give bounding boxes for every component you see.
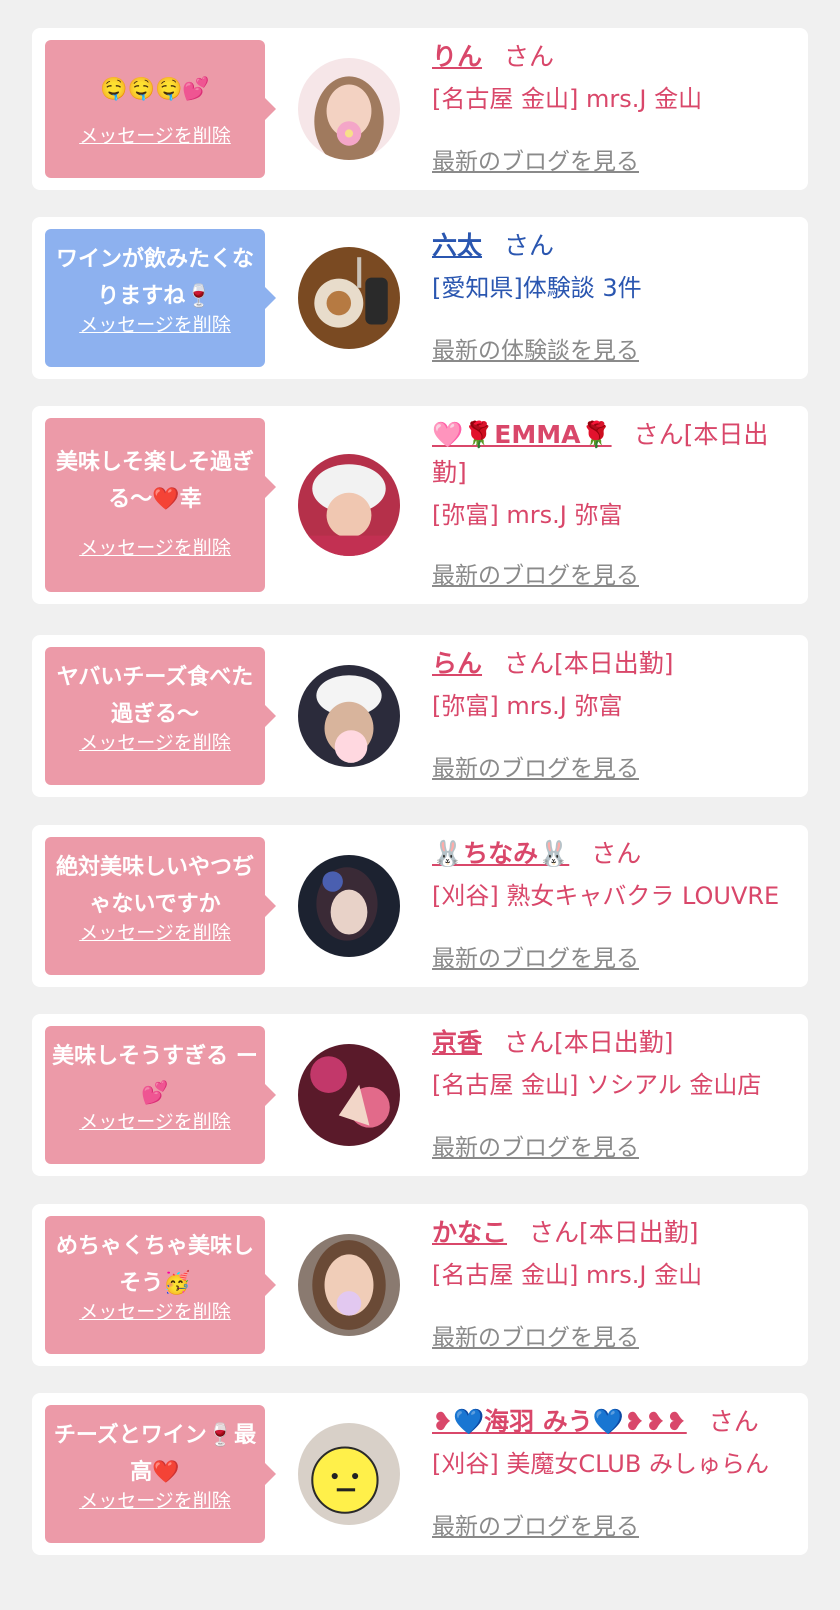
avatar[interactable]	[298, 58, 400, 160]
honorific: さん	[708, 1407, 759, 1436]
avatar[interactable]	[298, 454, 400, 556]
message-list: 🤤🤤🤤💕 メッセージを削除 りん さん [名古屋 金山] mrs.J 金山 最新の…	[0, 0, 840, 1610]
honorific: さん	[591, 839, 642, 868]
delete-message-link[interactable]: メッセージを削除	[45, 1486, 265, 1513]
name-line: 🩷🌹EMMA🌹 さん[本日出勤]	[432, 416, 798, 492]
delete-message-link[interactable]: メッセージを削除	[45, 1107, 265, 1134]
shop-info: [弥富] mrs.J 弥富	[432, 501, 623, 529]
name-line: かなこ さん[本日出勤]	[432, 1214, 798, 1252]
name-line: らん さん[本日出勤]	[432, 645, 798, 683]
name-line: 京香 さん[本日出勤]	[432, 1024, 798, 1062]
delete-message-link[interactable]: メッセージを削除	[45, 533, 265, 560]
delete-message-link[interactable]: メッセージを削除	[45, 728, 265, 755]
name-line: 🐰ちなみ🐰 さん	[432, 835, 798, 873]
avatar[interactable]	[298, 855, 400, 957]
delete-message-link[interactable]: メッセージを削除	[45, 918, 265, 945]
avatar[interactable]	[298, 665, 400, 767]
message-text: ヤバいチーズ食べた過ぎる〜	[56, 665, 254, 727]
shop-info: [名古屋 金山] mrs.J 金山	[432, 1261, 703, 1289]
avatar[interactable]	[298, 1234, 400, 1336]
message-text: 美味しそうすぎる ー💕	[52, 1044, 258, 1106]
message-card: 絶対美味しいやつぢゃないですか メッセージを削除 🐰ちなみ🐰 さん [刈谷] 熟女…	[32, 825, 808, 987]
latest-blog-link[interactable]: 最新のブログを見る	[432, 556, 639, 590]
message-bubble: 美味しそ楽しそ過ぎる〜❤️幸 メッセージを削除	[45, 418, 276, 592]
shop-info: [弥富] mrs.J 弥富	[432, 692, 623, 720]
shop-info: [刈谷] 美魔女CLUB みしゅらん	[432, 1450, 769, 1478]
latest-blog-link[interactable]: 最新のブログを見る	[432, 1128, 639, 1162]
message-card: ワインが飲みたくなりますね🍷 メッセージを削除 六太 さん [愛知県]体験談 3件…	[32, 217, 808, 379]
message-card: ヤバいチーズ食べた過ぎる〜 メッセージを削除 らん さん[本日出勤] [弥富] m…	[32, 635, 808, 797]
message-bubble: ヤバいチーズ食べた過ぎる〜 メッセージを削除	[45, 647, 276, 785]
name-line: りん さん	[432, 38, 798, 76]
avatar[interactable]	[298, 1423, 400, 1525]
message-card: めちゃくちゃ美味しそう🥳 メッセージを削除 かなこ さん[本日出勤] [名古屋 金…	[32, 1204, 808, 1366]
avatar[interactable]	[298, 1044, 400, 1146]
latest-blog-link[interactable]: 最新のブログを見る	[432, 749, 639, 783]
shop-info: [愛知県]体験談 3件	[432, 274, 642, 302]
message-bubble: 絶対美味しいやつぢゃないですか メッセージを削除	[45, 837, 276, 975]
shop-info: [名古屋 金山] mrs.J 金山	[432, 85, 703, 113]
shop-info: [刈谷] 熟女キャバクラ LOUVRE	[432, 882, 780, 910]
latest-blog-link[interactable]: 最新のブログを見る	[432, 142, 639, 176]
name-line: 六太 さん	[432, 227, 798, 265]
honorific: さん[本日出勤]	[529, 1218, 699, 1247]
delete-message-link[interactable]: メッセージを削除	[45, 310, 265, 337]
name-link[interactable]: 六太	[432, 231, 482, 260]
name-line: ❥💙海羽 みう💙❥❥❥ さん	[432, 1403, 798, 1441]
message-card: 🤤🤤🤤💕 メッセージを削除 りん さん [名古屋 金山] mrs.J 金山 最新の…	[32, 28, 808, 190]
message-bubble: 🤤🤤🤤💕 メッセージを削除	[45, 40, 276, 178]
latest-blog-link[interactable]: 最新のブログを見る	[432, 1507, 639, 1541]
honorific: さん	[504, 231, 555, 260]
name-link[interactable]: 🩷🌹EMMA🌹	[432, 420, 612, 449]
delete-message-link[interactable]: メッセージを削除	[45, 1297, 265, 1324]
honorific: さん	[504, 42, 555, 71]
latest-experience-link[interactable]: 最新の体験談を見る	[432, 331, 639, 365]
name-link[interactable]: りん	[432, 42, 482, 71]
latest-blog-link[interactable]: 最新のブログを見る	[432, 939, 639, 973]
message-card: 美味しそ楽しそ過ぎる〜❤️幸 メッセージを削除 🩷🌹EMMA🌹 さん[本日出勤] …	[32, 406, 808, 604]
message-card: 美味しそうすぎる ー💕 メッセージを削除 京香 さん[本日出勤] [名古屋 金山]…	[32, 1014, 808, 1176]
latest-blog-link[interactable]: 最新のブログを見る	[432, 1318, 639, 1352]
message-text: 絶対美味しいやつぢゃないですか	[55, 855, 254, 917]
name-link[interactable]: 🐰ちなみ🐰	[432, 839, 569, 868]
message-bubble: ワインが飲みたくなりますね🍷 メッセージを削除	[45, 229, 276, 367]
avatar[interactable]	[298, 247, 400, 349]
delete-message-link[interactable]: メッセージを削除	[45, 121, 265, 148]
name-link[interactable]: 京香	[432, 1028, 482, 1057]
shop-info: [名古屋 金山] ソシアル 金山店	[432, 1071, 762, 1099]
message-bubble: チーズとワイン🍷最高❤️ メッセージを削除	[45, 1405, 276, 1543]
message-text: ワインが飲みたくなりますね🍷	[55, 247, 254, 309]
message-card: チーズとワイン🍷最高❤️ メッセージを削除 ❥💙海羽 みう💙❥❥❥ さん [刈谷]…	[32, 1393, 808, 1555]
honorific: さん[本日出勤]	[504, 1028, 674, 1057]
name-link[interactable]: らん	[432, 649, 482, 678]
message-text: チーズとワイン🍷最高❤️	[53, 1423, 257, 1485]
message-bubble: めちゃくちゃ美味しそう🥳 メッセージを削除	[45, 1216, 276, 1354]
message-text: 🤤🤤🤤💕	[100, 76, 210, 102]
message-bubble: 美味しそうすぎる ー💕 メッセージを削除	[45, 1026, 276, 1164]
name-link[interactable]: ❥💙海羽 みう💙❥❥❥	[432, 1407, 687, 1436]
message-text: めちゃくちゃ美味しそう🥳	[55, 1234, 254, 1296]
honorific: さん[本日出勤]	[504, 649, 674, 678]
name-link[interactable]: かなこ	[432, 1218, 507, 1247]
message-text: 美味しそ楽しそ過ぎる〜❤️幸	[55, 450, 254, 512]
